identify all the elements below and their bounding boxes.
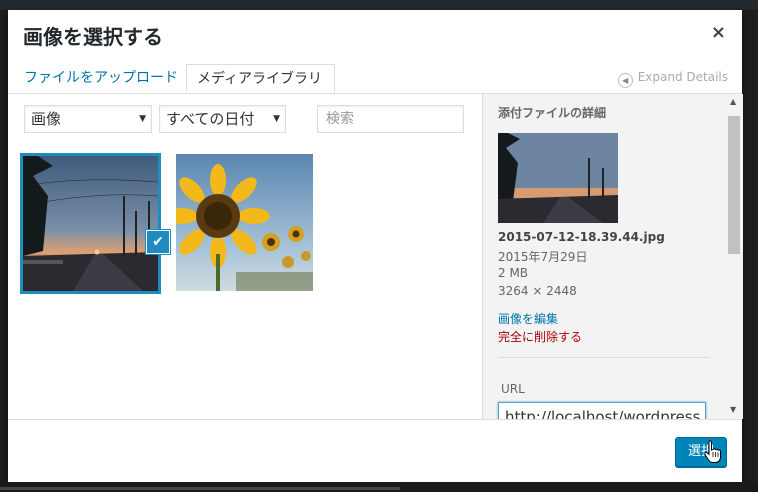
expand-details-link[interactable]: ◀ Expand Details	[617, 70, 728, 88]
details-file-size: 2 MB	[498, 266, 529, 280]
chevron-down-icon: ▼	[273, 114, 280, 124]
scrollbar-thumb[interactable]	[728, 116, 740, 254]
divider	[498, 357, 710, 358]
tab-media-library[interactable]: メディアライブラリ	[186, 64, 335, 93]
url-field[interactable]: http://localhost/wordpress	[498, 402, 706, 419]
scroll-up-icon[interactable]: ▲	[730, 97, 736, 106]
details-thumbnail-image	[498, 133, 618, 223]
street-photo-image	[23, 156, 158, 291]
details-thumbnail	[498, 133, 618, 223]
attachment-street-photo[interactable]	[20, 153, 161, 294]
details-heading: 添付ファイルの詳細	[498, 106, 607, 120]
delete-permanently-link[interactable]: 完全に削除する	[498, 328, 582, 345]
attachment-details-sidebar: 添付ファイルの詳細 2015-07-12-18.39.44.jpg 2015年7…	[482, 94, 743, 419]
close-icon[interactable]: ×	[711, 22, 726, 43]
sidebar-scrollbar[interactable]: ▲ ▼	[726, 94, 742, 419]
search-input[interactable]: 検索	[317, 105, 464, 133]
details-upload-date: 2015年7月29日	[498, 250, 588, 264]
expand-details-label: Expand Details	[637, 70, 728, 84]
footer-bar	[0, 487, 400, 490]
chevron-down-icon: ▼	[139, 114, 146, 124]
admin-bar-background	[0, 0, 758, 10]
admin-footer-background	[0, 482, 758, 492]
modal-toolbar: 選択	[8, 419, 742, 482]
sunflower-image	[176, 154, 313, 291]
media-modal: 画像を選択する × ファイルをアップロード メディアライブラリ ◀ Expand …	[8, 10, 743, 482]
edit-image-link[interactable]: 画像を編集	[498, 310, 558, 327]
media-type-value: 画像	[31, 110, 62, 128]
attachments-browser: 画像 ▼ すべての日付 ▼ 検索 ✔	[8, 94, 482, 419]
tab-upload-files[interactable]: ファイルをアップロード	[14, 64, 188, 93]
details-dimensions: 3264 × 2448	[498, 284, 577, 298]
checkmark-icon[interactable]: ✔	[146, 230, 170, 254]
media-type-filter[interactable]: 画像 ▼	[24, 105, 152, 133]
router-tabs: ファイルをアップロード メディアライブラリ ◀ Expand Details	[8, 58, 742, 94]
details-filename: 2015-07-12-18.39.44.jpg	[498, 230, 665, 244]
date-filter[interactable]: すべての日付 ▼	[159, 105, 286, 133]
scroll-down-icon[interactable]: ▼	[730, 405, 736, 414]
url-label: URL	[501, 382, 525, 396]
date-value: すべての日付	[166, 110, 255, 128]
collapse-arrow-icon: ◀	[617, 73, 633, 88]
hand-pointer-icon	[703, 440, 723, 468]
modal-title: 画像を選択する	[23, 25, 163, 49]
attachment-sunflower-photo[interactable]	[176, 154, 313, 291]
